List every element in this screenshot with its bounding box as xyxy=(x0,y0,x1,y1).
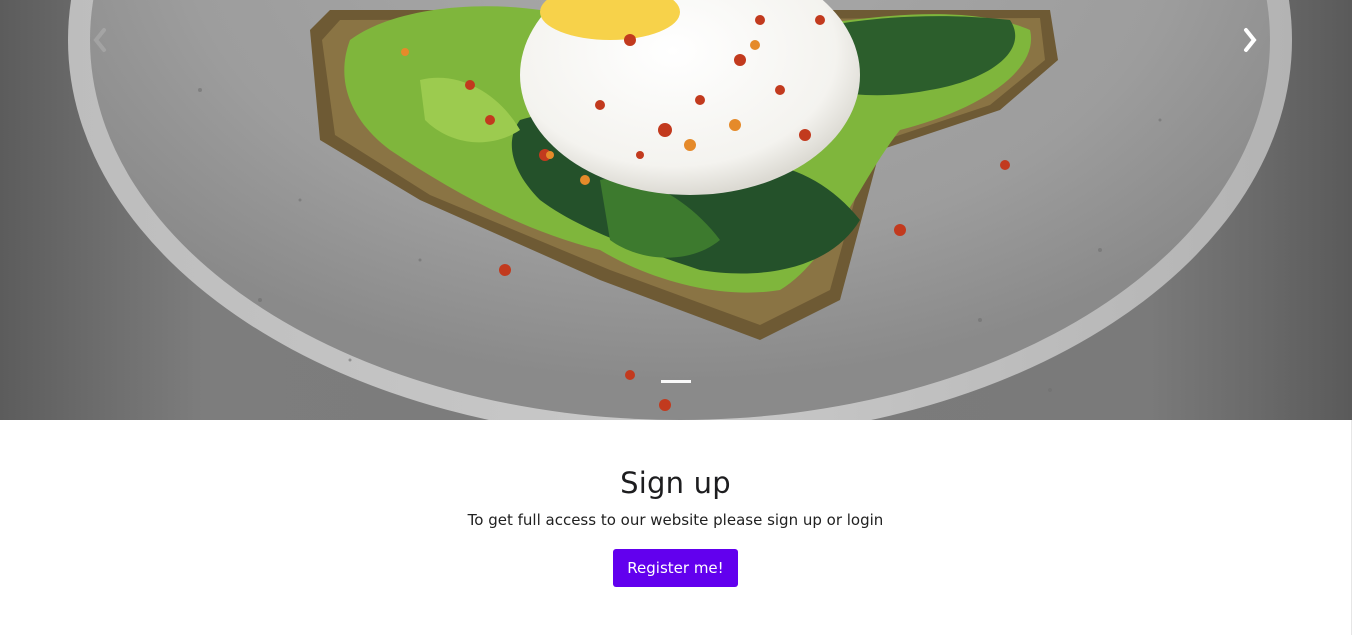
chevron-left-icon xyxy=(93,28,106,52)
carousel-indicator-1[interactable] xyxy=(661,380,691,383)
carousel-indicators xyxy=(0,380,1352,384)
signup-title: Sign up xyxy=(620,466,731,500)
carousel-next-button[interactable] xyxy=(1152,0,1352,420)
hero-carousel xyxy=(0,0,1352,420)
carousel-slide-image xyxy=(68,0,1292,420)
signup-section: Sign up To get full access to our websit… xyxy=(0,420,1352,635)
chevron-right-icon xyxy=(1244,28,1257,52)
carousel-prev-button[interactable] xyxy=(0,0,200,420)
register-button[interactable]: Register me! xyxy=(613,549,738,587)
signup-description: To get full access to our website please… xyxy=(467,511,884,529)
